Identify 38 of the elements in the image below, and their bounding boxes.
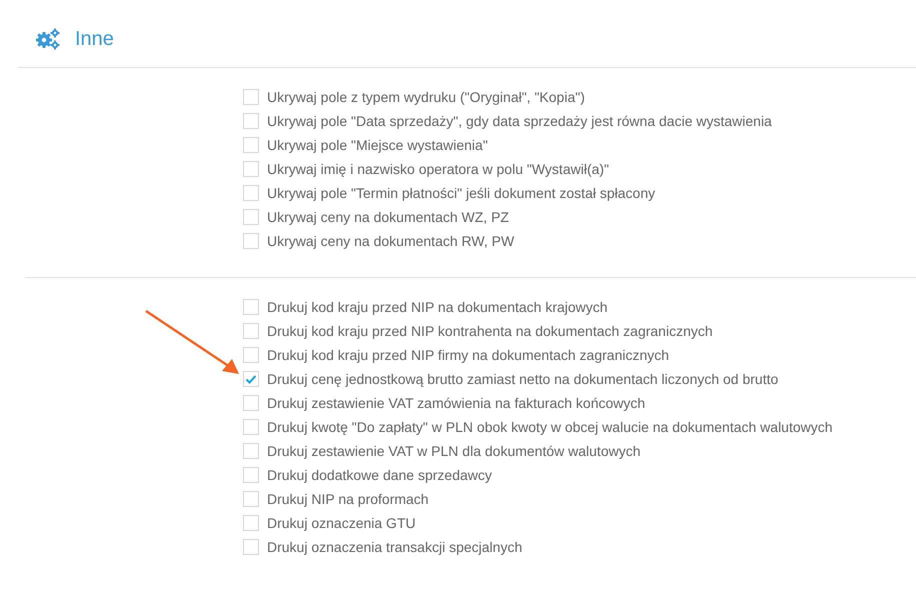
- checkbox[interactable]: [243, 395, 259, 411]
- checkbox[interactable]: [243, 299, 259, 315]
- checkbox[interactable]: [243, 113, 259, 129]
- checkbox[interactable]: [243, 443, 259, 459]
- option-label: Ukrywaj pole "Termin płatności" jeśli dokument został spłacony: [267, 185, 656, 201]
- checkbox[interactable]: [243, 515, 259, 531]
- option-label: Ukrywaj pole "Miejsce wystawienia": [267, 137, 488, 153]
- option-label: Drukuj oznaczenia transakcji specjalnych: [267, 539, 522, 555]
- checkbox[interactable]: [243, 323, 259, 339]
- option-label: Drukuj kwotę "Do zapłaty" w PLN obok kwoty w obcej walucie na dokumentach walutowych: [267, 419, 833, 435]
- option-label: Ukrywaj ceny na dokumentach WZ, PZ: [267, 209, 509, 225]
- option-label: Drukuj kod kraju przed NIP na dokumentach krajowych: [267, 299, 608, 315]
- option-label: Drukuj kod kraju przed NIP kontrahenta na dokumentach zagranicznych: [267, 323, 713, 339]
- option-label: Drukuj NIP na proformach: [267, 491, 429, 507]
- checkbox[interactable]: [243, 209, 259, 225]
- gears-icon: [35, 28, 61, 50]
- option-label: Ukrywaj imię i nazwisko operatora w polu "Wystawił(a)": [267, 161, 610, 177]
- option-label: Drukuj oznaczenia GTU: [267, 515, 416, 531]
- option-label: Drukuj dodatkowe dane sprzedawcy: [267, 467, 492, 483]
- checkbox[interactable]: [243, 491, 259, 507]
- option-label: Ukrywaj pole "Data sprzedaży", gdy data sprzedaży jest równa dacie wystawienia: [267, 113, 772, 129]
- checkbox[interactable]: [243, 467, 259, 483]
- option-label: Ukrywaj ceny na dokumentach RW, PW: [267, 233, 514, 249]
- option-label: Drukuj zestawienie VAT w PLN dla dokumentów walutowych: [267, 443, 641, 459]
- checkbox[interactable]: [243, 89, 259, 105]
- checkbox[interactable]: [243, 233, 259, 249]
- checkbox[interactable]: [243, 419, 259, 435]
- checkbox[interactable]: [243, 137, 259, 153]
- checkbox[interactable]: [243, 185, 259, 201]
- checkbox[interactable]: [243, 371, 259, 387]
- checkbox[interactable]: [243, 539, 259, 555]
- option-label: Drukuj zestawienie VAT zamówienia na fakturach końcowych: [267, 395, 646, 411]
- option-label: Drukuj cenę jednostkową brutto zamiast netto na dokumentach liczonych od brutto: [267, 371, 778, 387]
- option-label: Drukuj kod kraju przed NIP firmy na dokumentach zagranicznych: [267, 347, 670, 363]
- checkbox[interactable]: [243, 347, 259, 363]
- checkbox[interactable]: [243, 161, 259, 177]
- option-label: Ukrywaj pole z typem wydruku ("Oryginał", "Kopia"): [267, 89, 585, 105]
- section-title: Inne: [75, 28, 114, 50]
